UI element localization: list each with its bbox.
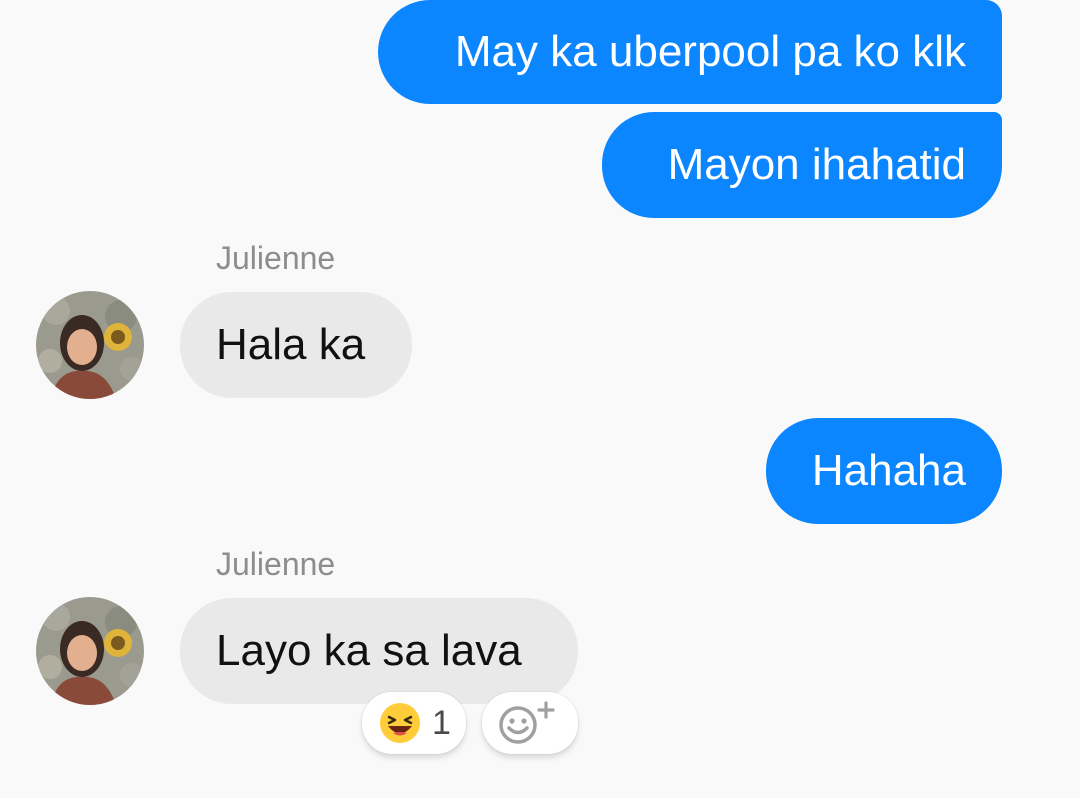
- message-bubble-sent[interactable]: Hahaha: [766, 418, 1002, 524]
- message-text: Mayon ihahatid: [667, 140, 966, 189]
- message-bubble-received[interactable]: Hala ka: [180, 292, 412, 398]
- reaction-pill[interactable]: 1: [362, 692, 466, 754]
- avatar-photo: [36, 597, 144, 705]
- sender-name: Julienne: [216, 546, 336, 582]
- reaction-count: 1: [432, 703, 451, 742]
- message-text: May ka uberpool pa ko klk: [454, 27, 966, 76]
- message-text: Hahaha: [811, 446, 966, 495]
- message-text: Layo ka sa lava: [216, 626, 522, 675]
- message-bubble-sent[interactable]: Mayon ihahatid: [602, 112, 1002, 218]
- sender-name: Julienne: [216, 240, 336, 276]
- add-reaction-icon: [499, 701, 555, 744]
- laughing-face-icon: [380, 703, 420, 743]
- avatar[interactable]: [36, 597, 144, 705]
- message-text: Hala ka: [216, 320, 366, 369]
- avatar-photo: [36, 291, 144, 399]
- message-thread: May ka uberpool pa ko klk Mayon ihahatid…: [0, 0, 1080, 798]
- avatar[interactable]: [36, 291, 144, 399]
- message-bubble-sent[interactable]: May ka uberpool pa ko klk: [378, 0, 1002, 104]
- message-bubble-received[interactable]: Layo ka sa lava: [180, 598, 578, 704]
- add-reaction-button[interactable]: [482, 692, 578, 754]
